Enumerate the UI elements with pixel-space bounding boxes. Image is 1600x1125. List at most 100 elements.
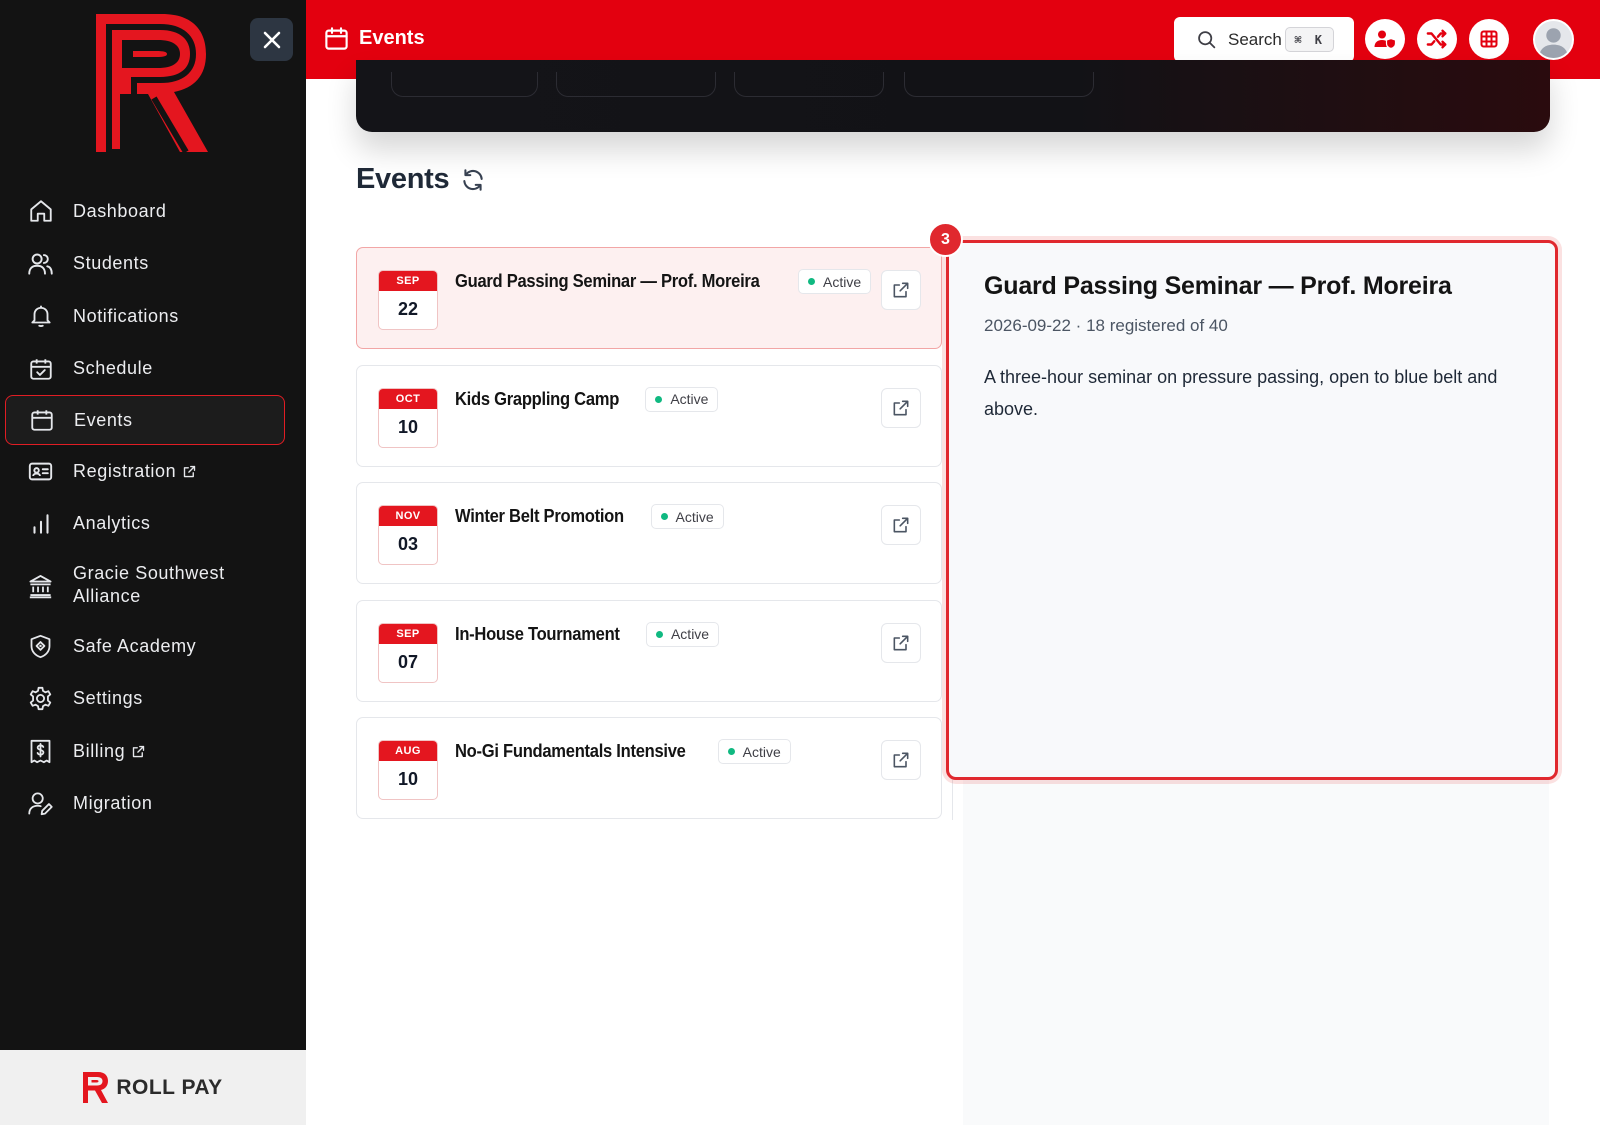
event-card[interactable]: SEP 07 In-House Tournament Active xyxy=(356,599,942,702)
event-title: No-Gi Fundamentals Intensive xyxy=(455,741,686,761)
status-badge: Active xyxy=(645,386,719,412)
calendar-check-icon xyxy=(27,355,54,382)
sidebar-item-label: Schedule xyxy=(73,358,153,379)
external-link-icon xyxy=(893,517,909,533)
sidebar-item-label: Gracie Southwest Alliance xyxy=(73,563,225,606)
calendar-icon xyxy=(325,27,348,50)
status-dot xyxy=(727,748,735,755)
column-divider xyxy=(952,780,953,820)
sidebar-item-safe-academy[interactable]: Safe Academy xyxy=(0,620,306,673)
detail-panel-background xyxy=(963,780,1549,1125)
detail-meta: 2026-09-22 · 18 registered of 40 xyxy=(984,316,1228,335)
event-title: Guard Passing Seminar — Prof. Moreira xyxy=(455,271,760,291)
external-link-icon xyxy=(893,635,909,650)
date-month: SEP xyxy=(379,623,437,644)
status-text: Active xyxy=(823,273,862,290)
event-card[interactable]: AUG 10 No-Gi Fundamentals Intensive Acti… xyxy=(356,717,942,819)
sidebar-item-dashboard[interactable]: Dashboard xyxy=(0,185,306,238)
keyboard-shortcut: ⌘ K xyxy=(1285,27,1334,52)
date-month: SEP xyxy=(379,271,437,291)
avatar-icon xyxy=(1535,21,1572,58)
sidebar-item-label: Settings xyxy=(73,688,143,709)
shield-icon xyxy=(27,633,54,660)
roll-pay-mark-icon xyxy=(83,1072,109,1103)
detail-title: Guard Passing Seminar — Prof. Moreira xyxy=(984,272,1452,300)
sidebar-item-registration[interactable]: Registration xyxy=(0,445,306,498)
date-badge: AUG 10 xyxy=(378,740,438,800)
refresh-icon xyxy=(463,168,484,191)
external-link-icon xyxy=(893,282,909,298)
open-event-button[interactable] xyxy=(881,270,921,310)
sidebar-footer: ROLL PAY xyxy=(0,1050,306,1125)
bell-icon xyxy=(27,303,54,330)
close-icon xyxy=(263,31,280,48)
sidebar-item-label: Billing xyxy=(73,740,126,761)
event-card[interactable]: NOV 03 Winter Belt Promotion Active xyxy=(356,482,942,584)
sidebar-item-migration[interactable]: Migration xyxy=(0,778,306,831)
user-avatar[interactable] xyxy=(1533,19,1574,60)
events-heading: Events xyxy=(356,163,450,195)
sidebar-item-settings[interactable]: Settings xyxy=(0,673,306,726)
sidebar-item-schedule[interactable]: Schedule xyxy=(0,343,306,396)
step-badge: 3 xyxy=(928,222,963,257)
open-event-button[interactable] xyxy=(881,740,921,780)
event-title: Winter Belt Promotion xyxy=(455,506,624,526)
open-event-button[interactable] xyxy=(881,505,921,545)
date-day: 10 xyxy=(397,416,419,437)
event-title-row: Kids Grappling Camp Active xyxy=(455,386,719,412)
sidebar-item-label: Registration xyxy=(73,460,177,481)
status-text: Active xyxy=(670,626,710,642)
status-dot xyxy=(655,630,663,638)
user-shield-button[interactable] xyxy=(1365,19,1405,59)
date-badge: NOV 03 xyxy=(378,505,438,565)
status-text: Active xyxy=(675,508,714,525)
event-title: In-House Tournament xyxy=(455,623,620,644)
bank-icon xyxy=(27,572,54,599)
grid-icon xyxy=(1480,30,1498,48)
sidebar-item-label: Dashboard xyxy=(73,200,167,221)
event-title: Kids Grappling Camp xyxy=(455,388,620,409)
open-event-button[interactable] xyxy=(881,622,921,663)
hero-pill xyxy=(391,72,538,97)
close-sidebar-button[interactable] xyxy=(250,18,293,61)
switch-button[interactable] xyxy=(1417,19,1457,59)
shuffle-icon xyxy=(1426,29,1447,49)
sidebar: Dashboard Students Notifications Schedul… xyxy=(0,0,306,1125)
sidebar-item-notifications[interactable]: Notifications xyxy=(0,290,306,343)
open-event-button[interactable] xyxy=(881,387,921,428)
home-icon xyxy=(27,198,54,225)
external-link-icon xyxy=(182,464,197,479)
sidebar-item-gracie-southwest-alliance[interactable]: Gracie Southwest Alliance xyxy=(0,550,306,620)
sidebar-item-label: Notifications xyxy=(73,305,179,326)
search-label: Search xyxy=(1228,29,1282,49)
sidebar-item-analytics[interactable]: Analytics xyxy=(0,498,306,551)
refresh-button[interactable] xyxy=(460,167,486,193)
date-badge: SEP 22 xyxy=(378,270,438,330)
billing-icon xyxy=(27,738,54,765)
status-badge: Active xyxy=(645,621,720,647)
sidebar-item-billing[interactable]: Billing xyxy=(0,725,306,778)
external-link-icon xyxy=(893,752,909,768)
hero-pill xyxy=(904,72,1094,97)
event-title-row: In-House Tournament Active xyxy=(455,621,720,647)
status-badge: Active xyxy=(798,269,872,294)
date-month: NOV xyxy=(379,506,437,526)
sidebar-item-label: Events xyxy=(74,409,133,430)
calendar-icon xyxy=(28,407,55,434)
page-header: Events xyxy=(323,24,425,53)
date-badge: SEP 07 xyxy=(378,622,438,683)
event-list: SEP 22 Guard Passing Seminar — Prof. Mor… xyxy=(356,247,942,835)
search-button[interactable]: Search ⌘ K xyxy=(1174,17,1354,62)
hero-card xyxy=(356,60,1550,132)
sidebar-item-events[interactable]: Events xyxy=(5,395,285,445)
footer-brand-text: ROLL PAY xyxy=(116,1075,223,1099)
user-shield-icon xyxy=(1374,30,1397,50)
event-card[interactable]: SEP 22 Guard Passing Seminar — Prof. Mor… xyxy=(356,247,942,349)
event-card[interactable]: OCT 10 Kids Grappling Camp Active xyxy=(356,364,942,467)
apps-grid-button[interactable] xyxy=(1469,19,1509,59)
sidebar-item-students[interactable]: Students xyxy=(0,238,306,291)
event-detail-panel: Guard Passing Seminar — Prof. Moreira 20… xyxy=(946,240,1558,780)
date-badge: OCT 10 xyxy=(378,387,438,448)
hero-pill xyxy=(734,72,884,97)
event-title-row: No-Gi Fundamentals Intensive Active xyxy=(455,739,791,764)
